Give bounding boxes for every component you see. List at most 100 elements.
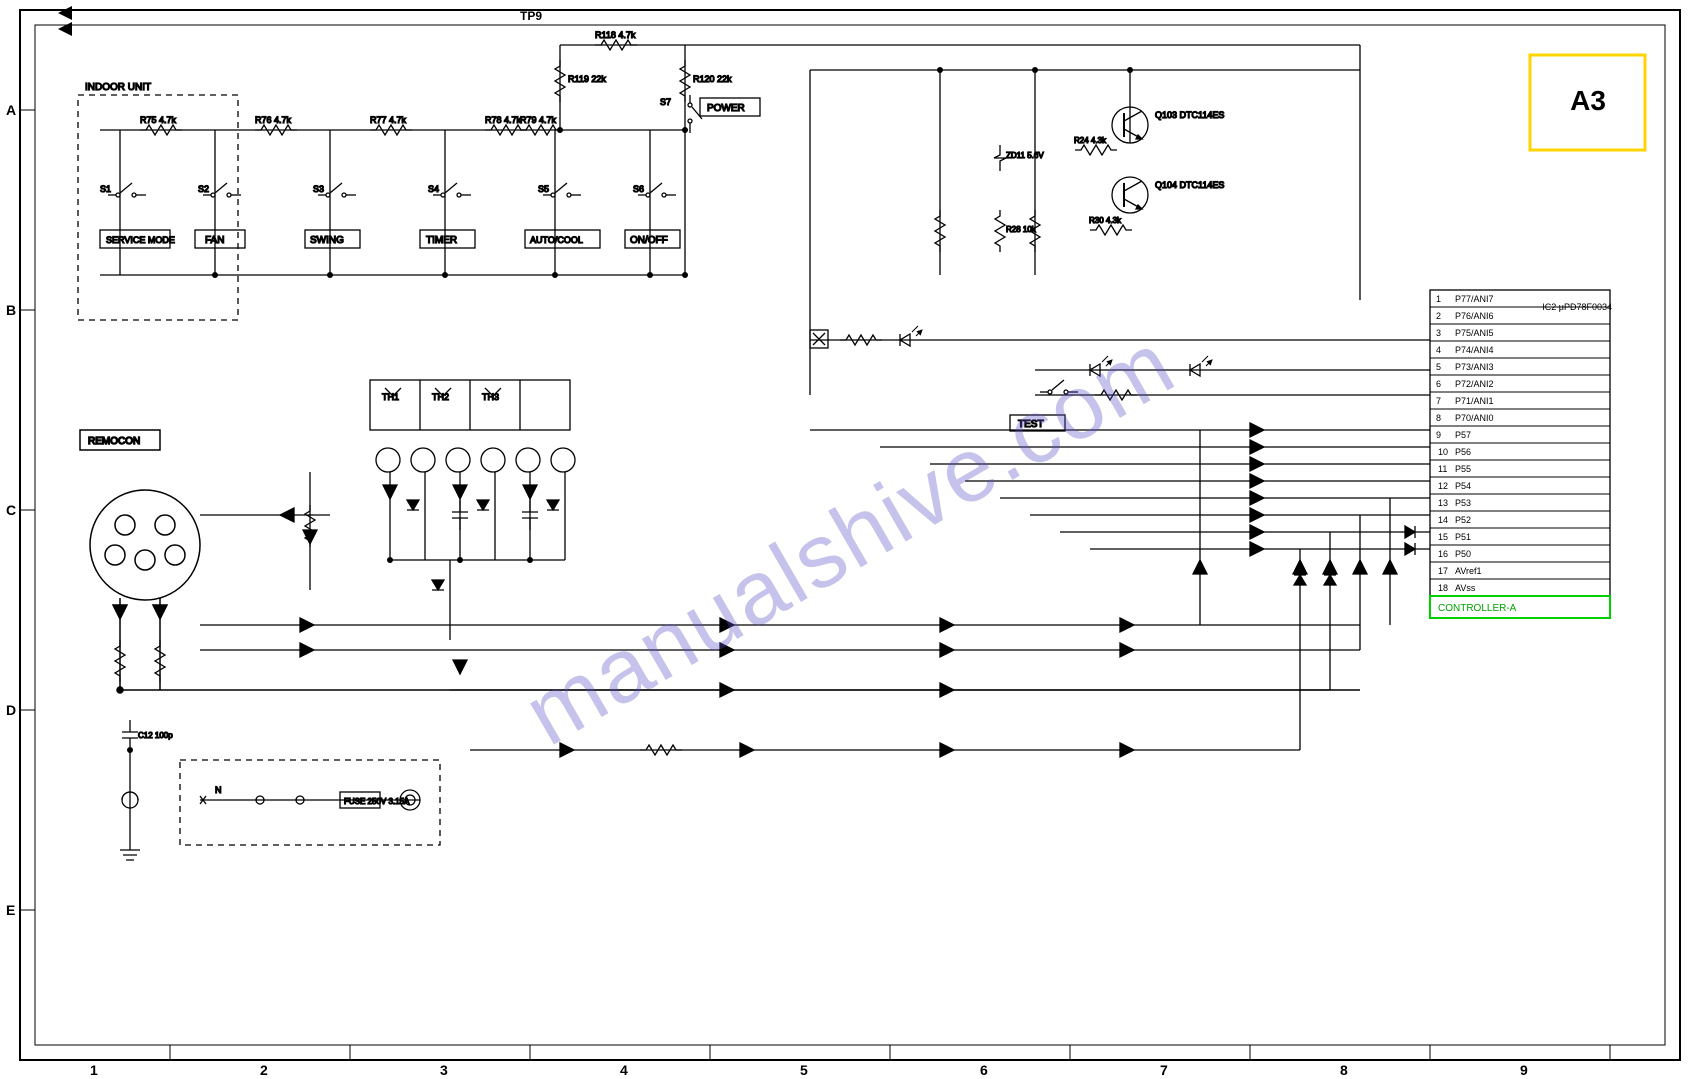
svg-text:8: 8 — [1340, 1062, 1348, 1078]
sheet-label: A3 — [1570, 85, 1606, 116]
svg-text:R75 4.7k: R75 4.7k — [140, 115, 177, 125]
fuse-filter-block: C12 100p N FUSE 250V 3.15A — [120, 720, 440, 860]
svg-text:TIMER: TIMER — [426, 235, 457, 246]
svg-text:R118 4.7k: R118 4.7k — [595, 30, 636, 40]
svg-text:2: 2 — [260, 1062, 268, 1078]
svg-text:15: 15 — [1438, 532, 1448, 542]
svg-text:7: 7 — [1160, 1062, 1168, 1078]
svg-text:S5: S5 — [538, 184, 549, 194]
svg-text:S3: S3 — [313, 184, 324, 194]
svg-text:9: 9 — [1436, 430, 1441, 440]
svg-text:7: 7 — [1436, 396, 1441, 406]
switch-s4: TIMER S4 — [420, 130, 475, 275]
svg-text:P74/ANI4: P74/ANI4 — [1455, 345, 1494, 355]
svg-text:P55: P55 — [1455, 464, 1471, 474]
svg-text:P70/ANI0: P70/ANI0 — [1455, 413, 1494, 423]
svg-text:P53: P53 — [1455, 498, 1471, 508]
svg-text:4: 4 — [620, 1062, 628, 1078]
svg-text:SWING: SWING — [310, 235, 344, 246]
svg-text:8: 8 — [1436, 413, 1441, 423]
svg-text:P76/ANI6: P76/ANI6 — [1455, 311, 1494, 321]
svg-text:A: A — [6, 102, 16, 118]
svg-text:P72/ANI2: P72/ANI2 — [1455, 379, 1494, 389]
svg-text:R76 4.7k: R76 4.7k — [255, 115, 292, 125]
svg-text:C: C — [6, 502, 16, 518]
drawing-inner-frame — [35, 25, 1665, 1045]
signal-buses — [200, 423, 1430, 757]
svg-text:P75/ANI5: P75/ANI5 — [1455, 328, 1494, 338]
svg-text:FAN: FAN — [205, 235, 224, 246]
svg-text:Q104 DTC114ES: Q104 DTC114ES — [1155, 180, 1224, 190]
svg-text:1: 1 — [90, 1062, 98, 1078]
switch-s5: AUTO/COOL S5 — [525, 130, 600, 275]
svg-text:R120 22k: R120 22k — [693, 74, 732, 84]
svg-text:6: 6 — [980, 1062, 988, 1078]
svg-text:P50: P50 — [1455, 549, 1471, 559]
svg-text:1: 1 — [1436, 294, 1441, 304]
svg-text:P73/ANI3: P73/ANI3 — [1455, 362, 1494, 372]
switch-s6: ON/OFF S6 — [625, 130, 680, 275]
tp9-label: TP9 — [520, 9, 542, 23]
svg-text:C12 100p: C12 100p — [138, 731, 173, 740]
svg-text:18: 18 — [1438, 583, 1448, 593]
indoor-unit-label: INDOOR UNIT — [85, 82, 151, 93]
svg-text:5: 5 — [800, 1062, 808, 1078]
svg-text:P71/ANI1: P71/ANI1 — [1455, 396, 1494, 406]
svg-text:S2: S2 — [198, 184, 209, 194]
svg-text:3: 3 — [440, 1062, 448, 1078]
svg-text:POWER: POWER — [707, 103, 745, 114]
svg-text:CONTROLLER-A: CONTROLLER-A — [1438, 603, 1517, 614]
svg-text:3: 3 — [1436, 328, 1441, 338]
switch-s1: SERVICE MODE S1 — [100, 130, 175, 275]
svg-text:R119 22k: R119 22k — [568, 74, 606, 84]
svg-text:S7: S7 — [660, 97, 671, 107]
svg-text:4: 4 — [1436, 345, 1441, 355]
svg-text:6: 6 — [1436, 379, 1441, 389]
drawing-frame — [20, 10, 1680, 1060]
svg-text:R24 4.3k: R24 4.3k — [1074, 136, 1107, 145]
svg-text:E: E — [6, 902, 15, 918]
svg-text:S4: S4 — [428, 184, 439, 194]
svg-text:S1: S1 — [100, 184, 111, 194]
svg-text:R28 10k: R28 10k — [1006, 225, 1037, 234]
switch-s3: SWING S3 — [305, 130, 360, 275]
led-driver-block: R28 10k ZD11 5.6V Q103 DTC114ES R24 4.3k… — [810, 45, 1430, 431]
svg-text:R30 4.3k: R30 4.3k — [1089, 216, 1122, 225]
svg-text:13: 13 — [1438, 498, 1448, 508]
svg-text:14: 14 — [1438, 515, 1448, 525]
svg-text:P77/ANI7: P77/ANI7 — [1455, 294, 1494, 304]
svg-text:9: 9 — [1520, 1062, 1528, 1078]
svg-text:P52: P52 — [1455, 515, 1471, 525]
svg-text:17: 17 — [1438, 566, 1448, 576]
svg-text:10: 10 — [1438, 447, 1448, 457]
svg-text:REMOCON: REMOCON — [88, 436, 140, 447]
ic-pin-table: 1P77/ANI7 2P76/ANI6 3P75/ANI5 4P74/ANI4 … — [1430, 290, 1612, 618]
svg-text:5: 5 — [1436, 362, 1441, 372]
svg-text:2: 2 — [1436, 311, 1441, 321]
svg-text:R77 4.7k: R77 4.7k — [370, 115, 407, 125]
svg-text:S6: S6 — [633, 184, 644, 194]
svg-text:P56: P56 — [1455, 447, 1471, 457]
svg-text:Q103 DTC114ES: Q103 DTC114ES — [1155, 110, 1224, 120]
svg-text:TEST: TEST — [1018, 419, 1044, 430]
svg-text:B: B — [6, 302, 16, 318]
svg-text:AVss: AVss — [1455, 583, 1476, 593]
svg-text:12: 12 — [1438, 481, 1448, 491]
thermistor-block: TH1 TH2 TH3 — [370, 380, 575, 640]
svg-text:ON/OFF: ON/OFF — [630, 235, 668, 246]
svg-text:AVref1: AVref1 — [1455, 566, 1482, 576]
svg-text:AUTO/COOL: AUTO/COOL — [530, 235, 583, 245]
svg-text:SERVICE MODE: SERVICE MODE — [106, 235, 175, 245]
svg-text:P54: P54 — [1455, 481, 1471, 491]
svg-text:P57: P57 — [1455, 430, 1471, 440]
svg-text:R79 4.7k: R79 4.7k — [520, 115, 557, 125]
axis-bottom: 1 2 3 4 5 6 7 8 9 — [90, 1045, 1610, 1078]
svg-text:N: N — [215, 785, 222, 795]
svg-text:ZD11 5.6V: ZD11 5.6V — [1006, 151, 1044, 160]
schematic-canvas: A B C D E 1 2 3 4 5 6 7 8 9 A3 TP9 R118 … — [0, 0, 1701, 1079]
svg-text:IC2 μPD78F0034: IC2 μPD78F0034 — [1542, 302, 1612, 312]
svg-text:D: D — [6, 702, 16, 718]
svg-text:P51: P51 — [1455, 532, 1471, 542]
svg-text:16: 16 — [1438, 549, 1448, 559]
svg-text:R78 4.7k: R78 4.7k — [485, 115, 522, 125]
